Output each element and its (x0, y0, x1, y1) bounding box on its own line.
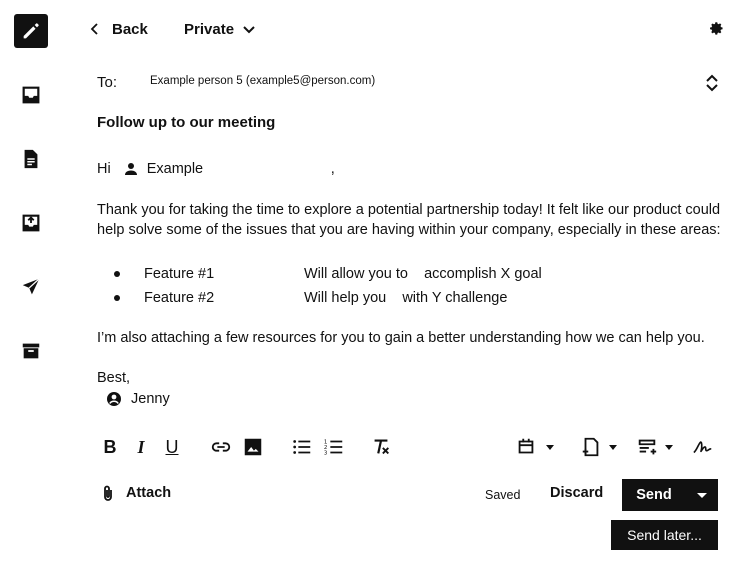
send-split-button: Send (622, 479, 718, 511)
greeting-comma: , (330, 161, 335, 177)
signature-name: Jenny (131, 391, 170, 407)
subject-line[interactable]: Follow up to our meeting (97, 114, 275, 131)
outbox-icon (22, 214, 40, 232)
underline-button[interactable]: U (159, 434, 185, 460)
signature-button[interactable] (690, 434, 716, 460)
recipient-name: Example (146, 161, 204, 177)
caret-down-icon (665, 445, 673, 450)
image-icon (244, 438, 262, 456)
feature-name: Feature #1 (144, 266, 215, 282)
link-button[interactable] (208, 434, 234, 460)
inbox-icon (22, 86, 40, 104)
caret-down-icon (697, 493, 707, 498)
gear-icon (710, 22, 723, 35)
paragraph-resources: I’m also attaching a few resources for y… (97, 330, 705, 346)
to-recipient[interactable]: Example person 5 (example5@person.com) (150, 75, 375, 87)
list-item: Feature #1 Will allow you to accomplish … (114, 262, 542, 286)
discard-button[interactable]: Discard (550, 485, 603, 501)
insert-snippet-dropdown[interactable] (578, 434, 620, 460)
greeting-line: Hi Example , (97, 159, 335, 179)
paragraph-intro-line1: Thank you for taking the time to explore… (97, 202, 721, 218)
send-later-button[interactable]: Send later... (611, 520, 718, 550)
recipient-variable[interactable]: Example (123, 159, 293, 179)
save-status: Saved (485, 488, 521, 502)
back-button[interactable]: Back (88, 14, 148, 44)
bold-button[interactable]: B (97, 434, 123, 460)
sent-icon (22, 278, 40, 295)
caret-down-icon (609, 445, 617, 450)
attach-button[interactable]: Attach (100, 484, 171, 502)
composer-header: Back Private (88, 14, 728, 44)
link-icon (211, 442, 231, 452)
paragraph-intro: Thank you for taking the time to explore… (97, 200, 727, 240)
template-icon (518, 438, 534, 454)
svg-text:3: 3 (324, 450, 328, 456)
signature-icon (693, 441, 712, 454)
left-rail (0, 0, 64, 575)
chevron-left-icon (90, 23, 98, 35)
clear-formatting-icon (374, 439, 389, 455)
bulleted-list-icon (293, 440, 311, 454)
greeting-text: Hi (97, 161, 111, 177)
paragraph-intro-line2: help solve some of the issues that you a… (97, 222, 721, 238)
numbered-list-button[interactable]: 123 (321, 434, 347, 460)
image-button[interactable] (240, 434, 266, 460)
drafts-icon (24, 149, 38, 169)
signature[interactable]: Jenny (106, 391, 170, 407)
chevron-down-icon (243, 26, 255, 34)
numbered-list-icon: 123 (324, 439, 343, 456)
italic-button[interactable]: I (128, 434, 154, 460)
insert-template-dropdown[interactable] (512, 434, 558, 460)
feature-list: Feature #1 Will allow you to accomplish … (114, 262, 542, 310)
archive-button[interactable] (14, 334, 48, 368)
feature-text: Will allow you to accomplish X goal (304, 266, 542, 282)
clear-formatting-button[interactable] (368, 434, 394, 460)
snippet-icon (582, 437, 599, 457)
feature-name: Feature #2 (144, 290, 215, 306)
sent-button[interactable] (14, 270, 48, 304)
compose-button[interactable] (14, 14, 48, 48)
to-field[interactable]: To: Example person 5 (example5@person.co… (97, 70, 721, 96)
paperclip-icon (104, 485, 112, 501)
settings-button[interactable] (706, 18, 728, 40)
feature-text: Will help you with Y challenge (304, 290, 508, 306)
send-options-button[interactable] (686, 479, 718, 511)
person-icon (124, 163, 137, 175)
closing-text: Best, (97, 370, 131, 386)
inbox-button[interactable] (14, 78, 48, 112)
insert-block-icon (638, 439, 657, 455)
archive-icon (22, 343, 40, 359)
send-button[interactable]: Send (622, 487, 686, 503)
outbox-button[interactable] (14, 206, 48, 240)
list-item: Feature #2 Will help you with Y challeng… (114, 286, 542, 310)
privacy-dropdown[interactable]: Private (184, 14, 256, 44)
to-label: To: (97, 74, 118, 91)
attach-label: Attach (126, 485, 172, 501)
compose-icon (23, 23, 39, 39)
back-label: Back (112, 20, 148, 38)
drafts-button[interactable] (14, 142, 48, 176)
bullet-dot (114, 295, 120, 301)
account-circle-icon (107, 392, 121, 406)
caret-down-icon (546, 445, 554, 450)
bulleted-list-button[interactable] (289, 434, 315, 460)
privacy-label: Private (184, 20, 235, 38)
bullet-dot (114, 271, 120, 277)
insert-block-dropdown[interactable] (634, 434, 676, 460)
expand-collapse-icon[interactable] (703, 73, 721, 93)
